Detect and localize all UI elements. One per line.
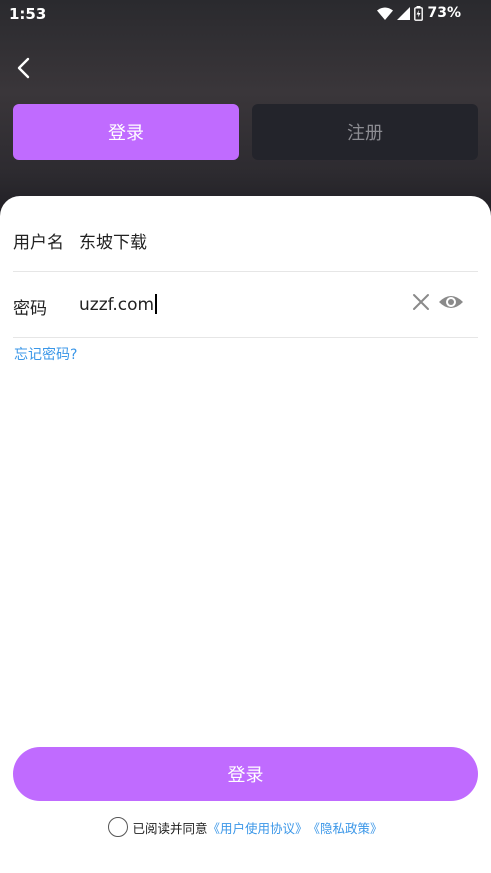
signal-icon — [397, 6, 411, 20]
tab-register[interactable]: 注册 — [252, 104, 478, 160]
password-value: uzzf.com — [79, 295, 155, 315]
battery-percent: 73% — [427, 5, 461, 21]
eye-icon[interactable] — [438, 291, 464, 313]
login-button[interactable]: 登录 — [13, 747, 478, 801]
battery-icon — [414, 5, 424, 21]
status-time: 1:53 — [9, 5, 47, 23]
text-cursor — [155, 294, 158, 314]
clear-icon[interactable] — [411, 292, 431, 312]
status-bar: 1:53 73% — [0, 0, 491, 28]
agreement-text: 已阅读并同意 — [132, 820, 208, 836]
user-agreement-link[interactable]: 《用户使用协议》 — [207, 818, 307, 837]
wifi-icon — [377, 7, 394, 20]
privacy-policy-link[interactable]: 《隐私政策》 — [308, 818, 383, 837]
password-field[interactable]: uzzf.com — [79, 294, 158, 315]
tab-login[interactable]: 登录 — [13, 104, 239, 160]
status-icons: 73% — [377, 5, 461, 21]
chevron-left-icon — [17, 57, 30, 79]
agree-checkbox[interactable] — [108, 817, 129, 837]
password-label: 密码 — [13, 299, 47, 319]
back-button[interactable] — [12, 54, 36, 82]
login-card: 用户名 东坡下载 密码 uzzf.com 忘记密码? 登录 已阅读并同意 《用户… — [0, 196, 491, 873]
agreement-row: 已阅读并同意 《用户使用协议》 《隐私政策》 — [0, 816, 491, 838]
password-row: 密码 uzzf.com — [13, 272, 478, 338]
forgot-password-link[interactable]: 忘记密码? — [14, 344, 77, 364]
username-row: 用户名 东坡下载 — [13, 206, 478, 272]
username-field[interactable]: 东坡下载 — [79, 228, 147, 253]
username-label: 用户名 — [13, 233, 64, 253]
